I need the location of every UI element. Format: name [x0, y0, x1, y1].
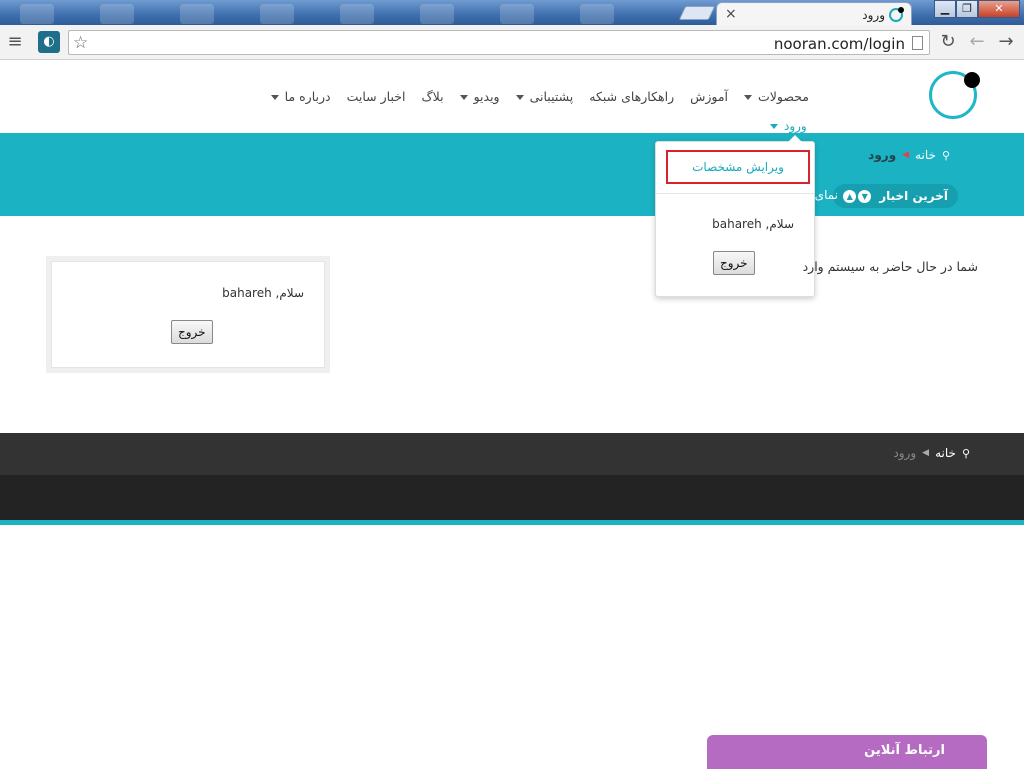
desktop-icon [260, 4, 294, 24]
news-up-icon[interactable]: ▲ [843, 189, 857, 203]
nav-item-support[interactable]: پشتیبانی [515, 89, 573, 104]
dropdown-greeting: سلام, bahareh [712, 217, 794, 231]
nooran-extension-icon[interactable]: ◐ [38, 31, 60, 53]
hamburger-menu-icon[interactable]: ≡ [4, 31, 26, 53]
arrow-left-icon[interactable]: ← [966, 31, 988, 53]
main-nav: محصولات آموزش راهکارهای شبکه پشتیبانی وی… [270, 89, 809, 104]
footer-breadcrumb-bar: ⚲ خانه ◀ ورود [0, 433, 1024, 475]
breadcrumb-home[interactable]: خانه [915, 148, 936, 162]
nav-item-network-solutions[interactable]: راهکارهای شبکه [589, 89, 674, 104]
nav-item-site-news[interactable]: اخبار سایت [347, 89, 406, 104]
location-pin-icon: ⚲ [941, 148, 950, 162]
logout-button[interactable]: خروج [171, 320, 213, 344]
news-down-icon[interactable]: ▼ [858, 189, 872, 203]
desktop-icon [100, 4, 134, 24]
login-module-greeting: سلام, bahareh [222, 286, 304, 300]
desktop-icon [420, 4, 454, 24]
address-bar[interactable]: ☆ nooran.com/login [68, 30, 930, 55]
site-logo[interactable] [929, 71, 980, 119]
minimize-button[interactable]: ▁ [934, 0, 956, 18]
nav-item-education[interactable]: آموزش [690, 89, 728, 104]
nav-item-about[interactable]: درباره ما [270, 89, 331, 104]
desktop-icon [580, 4, 614, 24]
desktop-icon [180, 4, 214, 24]
login-module: سلام, bahareh خروج [46, 256, 330, 373]
url-text[interactable]: nooran.com/login [774, 35, 905, 53]
footer-breadcrumb-home[interactable]: خانه [935, 446, 956, 460]
news-ticker[interactable]: نمای [815, 188, 838, 202]
news-arrows: ▼ ▲ [843, 189, 872, 203]
caret-down-icon [270, 95, 279, 100]
nav-item-blog[interactable]: بلاگ [421, 89, 443, 104]
caret-down-icon [770, 124, 778, 129]
breadcrumb-separator-icon: ◀ [902, 150, 910, 160]
close-window-button[interactable]: ✕ [978, 0, 1020, 18]
tab-close-icon[interactable]: × [725, 6, 737, 22]
footer-breadcrumb: ⚲ خانه ◀ ورود [893, 446, 970, 460]
login-module-inner: سلام, bahareh خروج [51, 261, 325, 368]
website: محصولات آموزش راهکارهای شبکه پشتیبانی وی… [0, 61, 1024, 769]
nav-item-video[interactable]: ویدیو [459, 89, 500, 104]
logged-in-message: شما در حال حاضر به سیستم وارد [802, 259, 978, 274]
dropdown-logout-button[interactable]: خروج [713, 251, 755, 275]
site-favicon-icon [889, 6, 904, 22]
breadcrumb-separator-icon: ◀ [922, 448, 930, 458]
browser-tab[interactable]: ورود × [716, 2, 912, 25]
window-controls: ▁ ❐ ✕ [934, 0, 1020, 18]
footer [0, 475, 1024, 525]
latest-news-badge: آخرین اخبار ▼ ▲ [833, 184, 958, 208]
nav-item-login[interactable]: ورود [770, 119, 807, 133]
edit-profile-link[interactable]: ویرایش مشخصات [666, 150, 810, 184]
page-header-band: ⚲ خانه ◀ ورود آخرین اخبار ▼ ▲ نمای [0, 133, 1024, 216]
breadcrumb: ⚲ خانه ◀ ورود [868, 148, 950, 162]
user-dropdown-menu: ویرایش مشخصات سلام, bahareh خروج [655, 135, 815, 297]
browser-toolbar: ≡ ◐ ☆ nooran.com/login ↻ ← → [0, 25, 1024, 60]
tab-title: ورود [862, 7, 885, 22]
desktop-icon [20, 4, 54, 24]
location-pin-icon: ⚲ [961, 446, 970, 460]
nav-item-products[interactable]: محصولات [744, 89, 809, 104]
desktop-icon [340, 4, 374, 24]
page-document-icon [912, 36, 923, 50]
caret-down-icon [459, 95, 468, 100]
latest-news-label: آخرین اخبار [879, 189, 948, 203]
new-tab-button[interactable] [678, 6, 716, 20]
window-titlebar: ورود × ▁ ❐ ✕ [0, 0, 1024, 25]
arrow-right-icon[interactable]: → [995, 31, 1017, 53]
desktop-icon [500, 4, 534, 24]
online-chat-tab[interactable]: ارتباط آنلاین [707, 735, 987, 769]
caret-down-icon [515, 95, 524, 100]
divider [656, 193, 814, 194]
breadcrumb-current: ورود [868, 148, 897, 162]
maximize-button[interactable]: ❐ [956, 0, 978, 18]
caret-down-icon [744, 95, 753, 100]
footer-breadcrumb-current: ورود [893, 446, 917, 460]
bookmark-star-icon[interactable]: ☆ [73, 33, 88, 53]
reload-icon[interactable]: ↻ [937, 31, 959, 53]
